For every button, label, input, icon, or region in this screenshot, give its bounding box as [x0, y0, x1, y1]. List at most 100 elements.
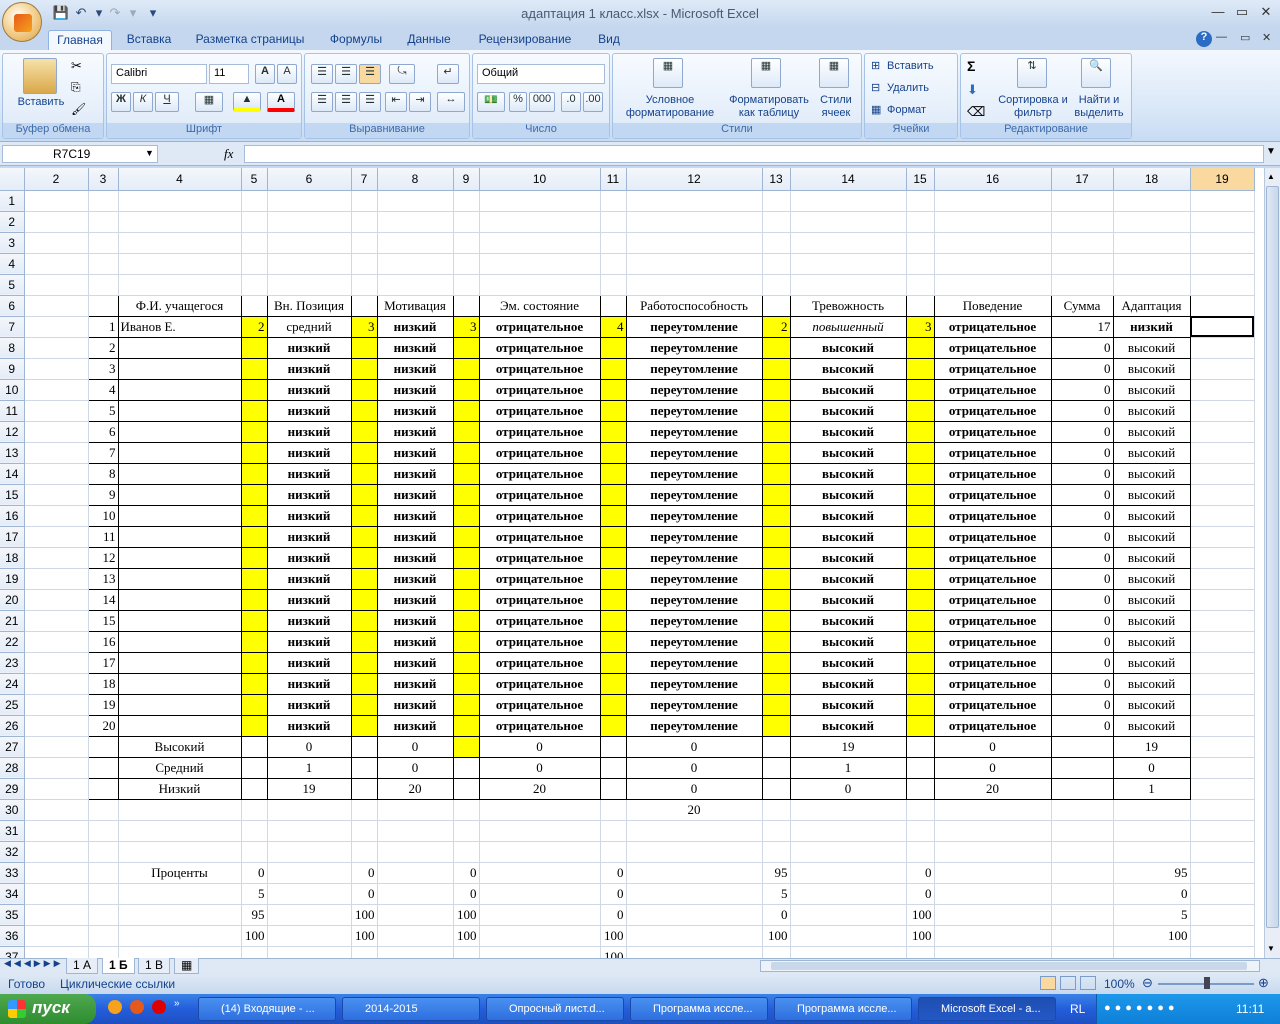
cell[interactable] [117, 357, 242, 380]
cell[interactable] [452, 357, 480, 380]
cell[interactable] [626, 904, 763, 926]
cell[interactable]: высокий [789, 336, 907, 359]
cell[interactable] [1190, 652, 1255, 674]
cell[interactable]: 100 [453, 904, 480, 926]
cell[interactable] [761, 357, 791, 380]
cell[interactable]: высокий [1112, 462, 1191, 485]
row-header[interactable]: 26 [0, 715, 25, 737]
formula-input[interactable] [244, 145, 1264, 163]
cell[interactable] [1190, 841, 1255, 863]
cell[interactable] [350, 420, 378, 443]
cell[interactable] [1190, 946, 1255, 958]
cell[interactable] [118, 904, 242, 926]
cell[interactable] [453, 232, 480, 254]
row-header[interactable]: 29 [0, 778, 25, 800]
cell[interactable] [240, 630, 268, 653]
cell[interactable]: низкий [376, 462, 454, 485]
cell[interactable] [1190, 547, 1255, 569]
ribbon-minimize-icon[interactable]: — [1216, 31, 1227, 43]
cell[interactable]: низкий [376, 399, 454, 422]
cell[interactable]: высокий [789, 357, 907, 380]
cell[interactable]: отрицательное [933, 630, 1052, 653]
cell[interactable] [452, 714, 480, 737]
cell[interactable] [790, 946, 907, 958]
font-size-combo[interactable]: 11 [209, 64, 249, 84]
taskbar-button[interactable]: Программа иссле... [630, 997, 768, 1021]
cell[interactable] [240, 546, 268, 569]
cell[interactable]: 100 [762, 925, 791, 947]
cell[interactable] [241, 190, 268, 212]
row-header[interactable]: 34 [0, 883, 25, 905]
cell[interactable] [626, 883, 763, 905]
cell[interactable] [1050, 735, 1114, 758]
cell[interactable] [267, 190, 352, 212]
cell[interactable] [599, 567, 627, 590]
cell[interactable] [761, 693, 791, 716]
cell[interactable] [599, 294, 627, 317]
cell[interactable]: Адаптация [1112, 294, 1191, 317]
cell[interactable] [1190, 925, 1255, 947]
cell[interactable]: 0 [1050, 525, 1114, 548]
cell[interactable] [599, 777, 627, 800]
cell[interactable] [117, 693, 242, 716]
format-cells-button[interactable]: Формат [887, 104, 951, 117]
row-header[interactable]: 28 [0, 757, 25, 779]
cell[interactable]: низкий [376, 315, 454, 338]
cell[interactable] [479, 904, 601, 926]
ribbon-restore-icon[interactable]: ▭ [1240, 31, 1250, 44]
decrease-decimal-icon[interactable]: .00 [583, 92, 603, 112]
maximize-icon[interactable]: ▭ [1230, 4, 1254, 22]
cell[interactable]: 16 [87, 630, 119, 653]
cell[interactable] [118, 925, 242, 947]
cell[interactable] [934, 904, 1052, 926]
cell[interactable]: отрицательное [478, 693, 601, 716]
cell[interactable] [452, 630, 480, 653]
cell[interactable] [1051, 904, 1114, 926]
cell[interactable] [350, 483, 378, 506]
cell[interactable]: 2 [87, 336, 119, 359]
tab-view[interactable]: Вид [590, 30, 628, 50]
cell[interactable] [350, 567, 378, 590]
cell[interactable]: 0 [1050, 630, 1114, 653]
cell[interactable]: отрицательное [478, 504, 601, 527]
cell[interactable]: 3 [350, 315, 378, 338]
cell[interactable] [1190, 358, 1255, 380]
cell[interactable] [267, 253, 352, 275]
column-header[interactable]: 7 [351, 168, 378, 191]
tab-data[interactable]: Данные [398, 30, 460, 50]
cell[interactable] [24, 211, 89, 233]
cell[interactable] [88, 253, 119, 275]
cell[interactable]: отрицательное [933, 525, 1052, 548]
cell[interactable]: 11 [87, 525, 119, 548]
cell[interactable] [479, 862, 601, 884]
cell[interactable] [761, 483, 791, 506]
cell[interactable] [24, 904, 89, 926]
cell[interactable]: 0 [1050, 399, 1114, 422]
cell[interactable] [761, 651, 791, 674]
cell[interactable]: 3 [452, 315, 480, 338]
sheet-tab[interactable]: 1 А [66, 958, 99, 974]
cell[interactable]: 95 [1113, 862, 1191, 884]
cell[interactable] [452, 651, 480, 674]
column-header[interactable]: 14 [790, 168, 907, 191]
paste-button[interactable]: Вставить [11, 96, 71, 109]
cell[interactable] [1190, 232, 1255, 254]
row-header[interactable]: 19 [0, 568, 25, 590]
cell[interactable] [905, 294, 935, 317]
cell[interactable] [118, 232, 242, 254]
cell[interactable] [267, 820, 352, 842]
cell[interactable]: повышенный [789, 315, 907, 338]
cell[interactable] [790, 820, 907, 842]
cell[interactable] [1190, 295, 1255, 317]
cell[interactable]: высокий [1112, 399, 1191, 422]
cell[interactable]: переутомление [625, 399, 763, 422]
cell[interactable]: 0 [453, 862, 480, 884]
cell[interactable]: отрицательное [933, 651, 1052, 674]
align-bottom-icon[interactable]: ☰ [359, 64, 381, 84]
cell[interactable] [1190, 904, 1255, 926]
cell[interactable]: Сумма [1050, 294, 1114, 317]
vertical-scrollbar[interactable]: ▲ ▼ [1264, 168, 1280, 958]
cell[interactable]: низкий [1112, 315, 1191, 338]
cell[interactable] [600, 820, 627, 842]
cell[interactable]: 100 [1113, 925, 1191, 947]
